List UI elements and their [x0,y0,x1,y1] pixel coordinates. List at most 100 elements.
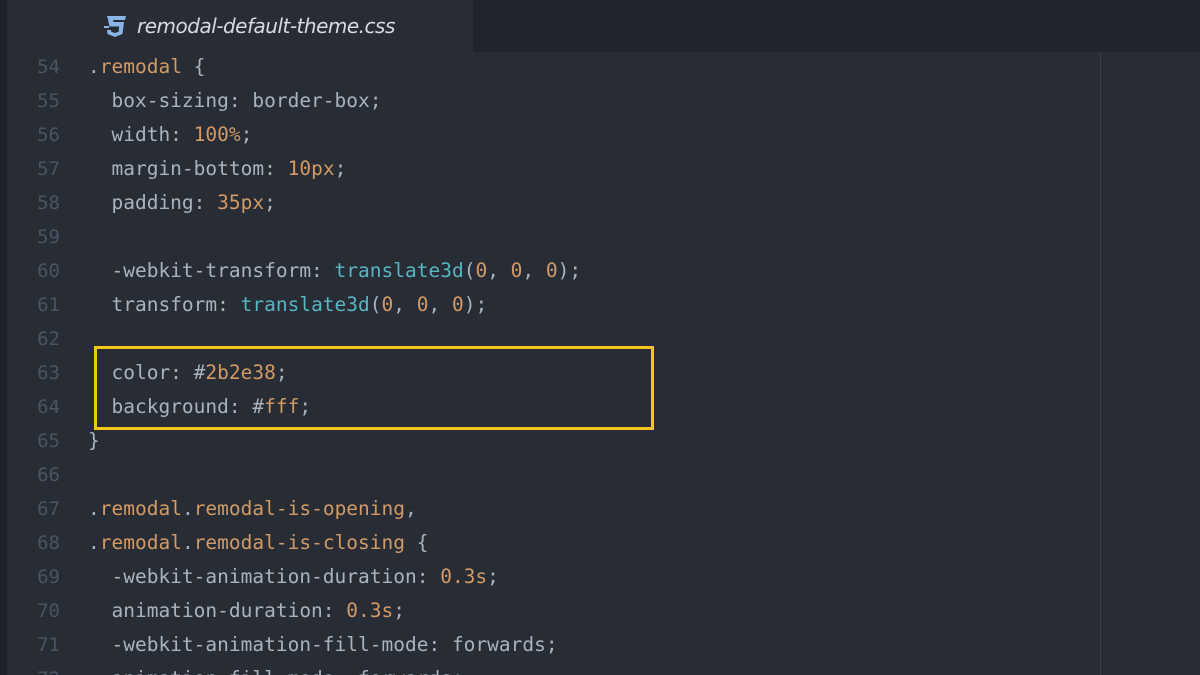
line-number: 54 [37,56,60,78]
code-token: -webkit-animation-fill-mode: forwards; [88,633,558,656]
line-number: 58 [37,192,60,214]
code-token: box-sizing: border-box; [88,89,382,112]
code-token: remodal-is-opening [193,497,406,520]
code-line[interactable]: animation-duration: 0.3s; [88,594,405,628]
code-token: -webkit-transform: [88,259,335,282]
code-token: ; [393,599,405,622]
line-number: 66 [37,464,60,486]
line-number: 56 [37,124,60,146]
code-line[interactable]: transform: translate3d(0, 0, 0); [88,288,487,322]
code-token: ; [487,565,499,588]
code-token: # [252,395,265,418]
code-token: ; [240,123,253,146]
code-token: } [88,429,100,452]
code-token: 0 [451,293,464,316]
line-number: 71 [37,634,60,656]
code-line[interactable]: animation-fill-mode: forwards; [88,662,463,675]
line-number: 69 [37,566,60,588]
css3-file-icon [104,16,126,37]
line-number: 68 [37,532,60,554]
code-token: remodal-is-closing [193,531,406,554]
code-line[interactable]: -webkit-animation-fill-mode: forwards; [88,628,558,662]
code-line[interactable]: .remodal.remodal-is-closing { [88,526,429,560]
code-token: 0 [510,259,523,282]
code-line[interactable]: } [88,424,100,458]
tab-filename: remodal-default-theme.css [137,14,395,38]
code-token: color: [88,361,194,384]
code-token: remodal [99,531,182,554]
tab-bar: remodal-default-theme.css [7,0,1200,53]
line-number: 67 [37,498,60,520]
code-token: ; [334,157,347,180]
line-number: 64 [37,396,60,418]
code-line[interactable]: .remodal.remodal-is-opening, [88,492,417,526]
code-token: animation-duration: [88,599,347,622]
code-token: 10px [287,157,335,180]
code-line[interactable]: padding: 35px; [88,186,276,220]
code-token: ); [463,293,488,316]
line-number: 57 [37,158,60,180]
code-token: transform: [88,293,241,316]
code-line[interactable]: color: #2b2e38; [88,356,288,390]
line-number: 60 [37,260,60,282]
code-token: remodal [99,55,182,78]
code-token: ( [463,259,476,282]
code-token: background: [88,395,253,418]
code-token: ; [299,395,312,418]
window-left-edge [0,0,7,675]
code-token: { [181,55,206,78]
code-token: ); [557,259,582,282]
code-token: 2b2e38 [205,361,276,384]
code-token: 0.3s [440,565,488,588]
code-token: . [181,531,194,554]
code-line[interactable]: -webkit-transform: translate3d(0, 0, 0); [88,254,581,288]
code-token: 0 [416,293,429,316]
code-editor[interactable]: 54 55 56 57 58 59 60 61 62 63 64 65 66 67 68 69 70 71 72 .… [7,52,1200,675]
code-token: . [181,497,194,520]
line-number: 55 [37,90,60,112]
code-token: animation-fill-mode: forwards; [88,667,463,675]
line-number: 63 [37,362,60,384]
code-line[interactable]: .remodal { [88,52,205,84]
code-token: width: [88,123,194,146]
line-number-gutter: 54 55 56 57 58 59 60 61 62 63 64 65 66 67 68 69 70 71 72 [7,52,67,675]
line-number: 65 [37,430,60,452]
code-token: -webkit-animation-duration: [88,565,441,588]
line-number: 62 [37,328,60,350]
code-token: . [88,531,100,554]
code-token: 100% [193,123,241,146]
code-token: , [405,497,417,520]
code-token: . [88,55,100,78]
code-token: 35px [217,191,265,214]
line-number: 72 [7,662,60,675]
code-token: translate3d [334,259,464,282]
code-token: fff [264,395,300,418]
code-line[interactable]: -webkit-animation-duration: 0.3s; [88,560,499,594]
code-token: 0 [381,293,394,316]
code-token: ( [369,293,382,316]
code-line[interactable]: box-sizing: border-box; [88,84,382,118]
file-tab[interactable]: remodal-default-theme.css [7,0,473,53]
code-token: margin-bottom: [88,157,288,180]
code-token: # [193,361,206,384]
code-token: ; [275,361,288,384]
code-line[interactable]: background: #fff; [88,390,311,424]
code-token: 0.3s [346,599,394,622]
code-token: remodal [99,497,182,520]
code-token: 0 [545,259,558,282]
code-line[interactable]: width: 100%; [88,118,252,152]
code-token: , [487,259,511,282]
code-token: , [428,293,452,316]
line-number: 59 [37,226,60,248]
code-token: , [522,259,546,282]
line-number: 70 [37,600,60,622]
wrap-guide [1100,52,1101,675]
code-token: translate3d [240,293,370,316]
code-token: 0 [475,259,488,282]
code-token: ; [264,191,276,214]
code-line[interactable]: margin-bottom: 10px; [88,152,346,186]
line-number: 61 [37,294,60,316]
code-token: { [405,531,429,554]
code-token: padding: [88,191,218,214]
code-token: . [88,497,100,520]
